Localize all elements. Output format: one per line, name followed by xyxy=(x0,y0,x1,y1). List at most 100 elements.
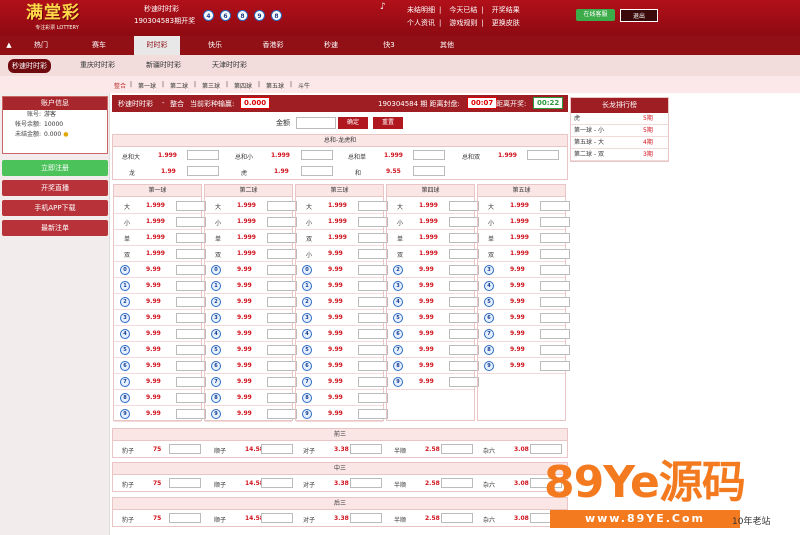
bet-input[interactable] xyxy=(267,393,297,403)
bet-input[interactable] xyxy=(267,281,297,291)
bet-input[interactable] xyxy=(449,217,479,227)
number-ball-icon[interactable]: 0 xyxy=(211,265,221,275)
number-ball-icon[interactable]: 8 xyxy=(120,393,130,403)
bet-input[interactable] xyxy=(176,361,206,371)
subtab[interactable]: 斗牛 xyxy=(298,81,310,90)
number-ball-icon[interactable]: 5 xyxy=(302,345,312,355)
bet-input[interactable] xyxy=(449,345,479,355)
bet-input[interactable] xyxy=(540,297,570,307)
number-ball-icon[interactable]: 6 xyxy=(302,361,312,371)
bet-input[interactable] xyxy=(449,297,479,307)
number-ball-icon[interactable]: 7 xyxy=(120,377,130,387)
number-ball-icon[interactable]: 5 xyxy=(211,345,221,355)
number-ball-icon[interactable]: 5 xyxy=(484,297,494,307)
nav-tab[interactable]: 赛车 xyxy=(76,36,122,55)
bet-input[interactable] xyxy=(176,377,206,387)
number-ball-icon[interactable]: 8 xyxy=(302,393,312,403)
bet-input[interactable] xyxy=(449,377,479,387)
number-ball-icon[interactable]: 5 xyxy=(393,313,403,323)
number-ball-icon[interactable]: 9 xyxy=(484,361,494,371)
bet-input[interactable] xyxy=(176,345,206,355)
number-ball-icon[interactable]: 9 xyxy=(120,409,130,419)
subnav-item-active[interactable]: 秒速时时彩 xyxy=(8,59,51,73)
number-ball-icon[interactable]: 7 xyxy=(393,345,403,355)
bet-input[interactable] xyxy=(169,513,201,523)
bet-input[interactable] xyxy=(530,444,562,454)
subtab[interactable]: 整合 xyxy=(114,81,126,90)
subtab[interactable]: 第五球 xyxy=(266,81,284,90)
number-ball-icon[interactable]: 8 xyxy=(393,361,403,371)
number-ball-icon[interactable]: 1 xyxy=(120,281,130,291)
bet-input[interactable] xyxy=(301,150,333,160)
number-ball-icon[interactable]: 3 xyxy=(484,265,494,275)
bet-input[interactable] xyxy=(176,201,206,211)
number-ball-icon[interactable]: 6 xyxy=(484,313,494,323)
bet-input[interactable] xyxy=(267,313,297,323)
bet-input[interactable] xyxy=(540,217,570,227)
bet-input[interactable] xyxy=(441,444,473,454)
bet-input[interactable] xyxy=(169,444,201,454)
subnav-item[interactable]: 天津时时彩 xyxy=(212,60,247,70)
bet-input[interactable] xyxy=(358,297,388,307)
nav-tab-active[interactable]: 时时彩 xyxy=(134,36,180,55)
number-ball-icon[interactable]: 3 xyxy=(120,313,130,323)
nav-tab[interactable]: 秒速 xyxy=(308,36,354,55)
bet-input[interactable] xyxy=(540,313,570,323)
nav-tab[interactable]: 快乐 xyxy=(192,36,238,55)
number-ball-icon[interactable]: 0 xyxy=(120,265,130,275)
bet-input[interactable] xyxy=(358,217,388,227)
bet-input[interactable] xyxy=(540,265,570,275)
confirm-button[interactable]: 确定 xyxy=(338,117,368,129)
number-ball-icon[interactable]: 2 xyxy=(120,297,130,307)
bet-input[interactable] xyxy=(176,393,206,403)
link-rules[interactable]: 游戏规则 | xyxy=(449,18,483,28)
bet-input[interactable] xyxy=(358,249,388,259)
bet-input[interactable] xyxy=(441,478,473,488)
number-ball-icon[interactable]: 1 xyxy=(302,281,312,291)
bet-input[interactable] xyxy=(358,409,388,419)
number-ball-icon[interactable]: 5 xyxy=(120,345,130,355)
nav-tab[interactable]: 热门 xyxy=(18,36,64,55)
number-ball-icon[interactable]: 6 xyxy=(211,361,221,371)
subtab[interactable]: 第二球 xyxy=(170,81,188,90)
subnav-item[interactable]: 重庆时时彩 xyxy=(80,60,115,70)
bet-input[interactable] xyxy=(350,513,382,523)
number-ball-icon[interactable]: 2 xyxy=(393,265,403,275)
number-ball-icon[interactable]: 9 xyxy=(211,409,221,419)
bet-input[interactable] xyxy=(449,281,479,291)
bet-input[interactable] xyxy=(267,297,297,307)
subtab[interactable]: 第三球 xyxy=(202,81,220,90)
bet-input[interactable] xyxy=(267,265,297,275)
bet-input[interactable] xyxy=(267,409,297,419)
bet-input[interactable] xyxy=(267,345,297,355)
bet-input[interactable] xyxy=(358,265,388,275)
number-ball-icon[interactable]: 2 xyxy=(302,297,312,307)
bet-input[interactable] xyxy=(267,329,297,339)
bet-input[interactable] xyxy=(540,361,570,371)
number-ball-icon[interactable]: 4 xyxy=(484,281,494,291)
bet-input[interactable] xyxy=(527,150,559,160)
live-draw-button[interactable]: 开奖直播 xyxy=(2,180,108,196)
number-ball-icon[interactable]: 9 xyxy=(393,377,403,387)
bet-input[interactable] xyxy=(187,150,219,160)
bet-input[interactable] xyxy=(358,393,388,403)
number-ball-icon[interactable]: 7 xyxy=(484,329,494,339)
reset-button[interactable]: 重置 xyxy=(373,117,403,129)
bet-input[interactable] xyxy=(413,166,445,176)
nav-tab[interactable]: 其他 xyxy=(424,36,470,55)
number-ball-icon[interactable]: 4 xyxy=(211,329,221,339)
bet-input[interactable] xyxy=(449,313,479,323)
bet-input[interactable] xyxy=(449,249,479,259)
bet-input[interactable] xyxy=(176,409,206,419)
bet-input[interactable] xyxy=(540,249,570,259)
bet-input[interactable] xyxy=(261,478,293,488)
bet-input[interactable] xyxy=(176,313,206,323)
number-ball-icon[interactable]: 9 xyxy=(302,409,312,419)
number-ball-icon[interactable]: 4 xyxy=(393,297,403,307)
bet-input[interactable] xyxy=(358,361,388,371)
number-ball-icon[interactable]: 2 xyxy=(211,297,221,307)
bet-input[interactable] xyxy=(261,444,293,454)
bet-input[interactable] xyxy=(176,297,206,307)
bet-input[interactable] xyxy=(267,233,297,243)
number-ball-icon[interactable]: 8 xyxy=(484,345,494,355)
